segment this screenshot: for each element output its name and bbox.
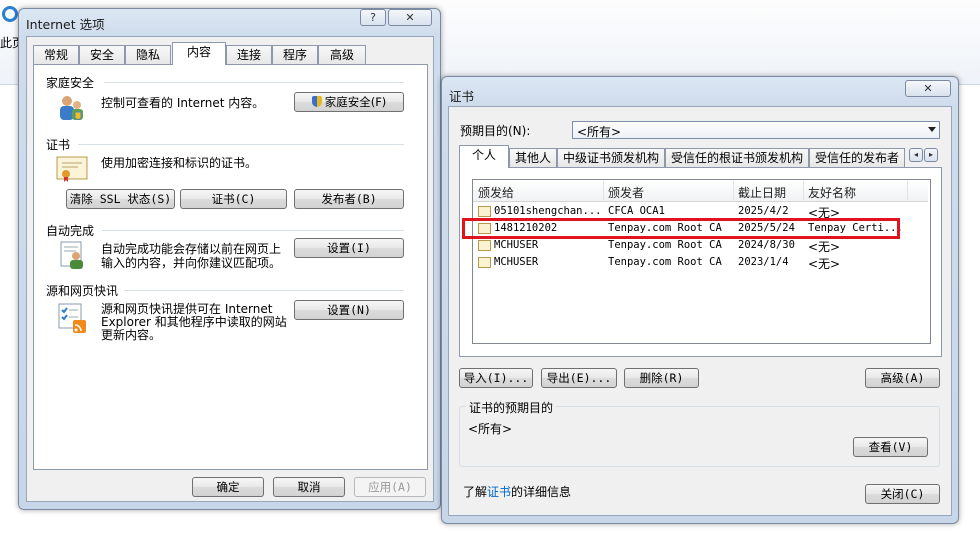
autocomplete-title: 自动完成 — [46, 224, 95, 238]
cert-tab-personal[interactable]: 个人 — [459, 145, 509, 168]
close-icon[interactable]: ✕ — [388, 9, 432, 26]
autocomplete-settings-button[interactable]: 设置(I) — [294, 238, 404, 258]
cell-issued-by: CFCA OCA1 — [608, 205, 665, 217]
import-button[interactable]: 导入(I)... — [459, 368, 533, 388]
column-issued-by[interactable]: 颁发者 — [608, 184, 644, 201]
cert-tab-trusted-root[interactable]: 受信任的根证书颁发机构 — [665, 148, 809, 168]
purpose-select[interactable]: <所有> — [572, 121, 940, 139]
tab-programs[interactable]: 程序 — [272, 45, 318, 65]
export-button[interactable]: 导出(E)... — [541, 368, 617, 388]
cell-issued-to: 05101shengchan... — [494, 205, 602, 217]
view-button[interactable]: 查看(V) — [853, 437, 928, 457]
table-row[interactable]: MCHUSER Tenpay.com Root CA 2024/8/30 <无> — [474, 238, 926, 254]
clear-ssl-button[interactable]: 清除 SSL 状态(S) — [66, 189, 175, 209]
purpose-label: 预期目的(N): — [460, 124, 531, 138]
feeds-divider — [124, 290, 404, 291]
publishers-button[interactable]: 发布者(B) — [294, 189, 404, 209]
certificate-icon — [478, 206, 491, 217]
cell-friendly-name: <无> — [808, 257, 841, 271]
feeds-title: 源和网页快讯 — [46, 284, 119, 298]
cert-tab-trusted-publishers[interactable]: 受信任的发布者 — [809, 148, 905, 168]
cell-expiration: 2024/8/30 — [738, 239, 795, 251]
cell-friendly-name: <无> — [808, 240, 841, 254]
tab-privacy[interactable]: 隐私 — [125, 45, 171, 65]
cancel-button[interactable]: 取消 — [273, 477, 345, 497]
certificates-title: 证书 — [46, 138, 71, 152]
certificates-divider — [78, 144, 404, 145]
column-issued-to[interactable]: 颁发给 — [478, 184, 514, 201]
remove-button[interactable]: 删除(R) — [624, 368, 699, 388]
cell-issued-by: Tenpay.com Root CA — [608, 256, 722, 268]
learn-more-prefix: 了解 — [463, 485, 488, 499]
certificate-icon — [56, 156, 88, 182]
purpose-select-value: <所有> — [577, 125, 622, 139]
tab-advanced[interactable]: 高级 — [318, 45, 366, 65]
autocomplete-desc-line2: 输入的内容，并向你建议匹配项。 — [101, 256, 282, 270]
family-safety-title: 家庭安全 — [46, 76, 95, 90]
autocomplete-person-icon — [60, 241, 83, 269]
certificates-button[interactable]: 证书(C) — [180, 189, 287, 209]
ok-button[interactable]: 确定 — [192, 477, 264, 497]
feeds-settings-button[interactable]: 设置(N) — [294, 300, 404, 320]
family-safety-button-label: 家庭安全(F) — [324, 95, 387, 109]
cell-expiration: 2023/1/4 — [738, 256, 789, 268]
certificates-link[interactable]: 证书 — [487, 485, 511, 499]
internet-options-title: Internet 选项 — [26, 17, 105, 32]
tab-scroll-left-icon[interactable]: ◂ — [909, 148, 923, 162]
cell-issued-by: Tenpay.com Root CA — [608, 239, 722, 251]
close-button[interactable]: 关闭(C) — [865, 484, 940, 504]
tab-scroll-right-icon[interactable]: ▸ — [924, 148, 938, 162]
tab-security[interactable]: 安全 — [79, 45, 125, 65]
column-expiration[interactable]: 截止日期 — [738, 184, 786, 201]
tab-general[interactable]: 常规 — [33, 45, 79, 65]
tab-content[interactable]: 内容 — [172, 42, 226, 65]
certificates-window-title: 证书 — [449, 89, 475, 104]
highlight-box — [462, 218, 900, 239]
certificates-desc: 使用加密连接和标识的证书。 — [101, 156, 258, 170]
cert-tab-intermediate[interactable]: 中级证书颁发机构 — [557, 148, 665, 168]
ie-logo-icon — [2, 6, 18, 22]
feeds-rss-icon — [58, 303, 86, 333]
column-separator — [603, 181, 604, 200]
cert-tab-others[interactable]: 其他人 — [509, 148, 557, 168]
chevron-down-icon — [928, 127, 936, 132]
cell-expiration: 2025/4/2 — [738, 205, 789, 217]
column-friendly-name[interactable]: 友好名称 — [808, 184, 856, 201]
help-button[interactable]: ? — [360, 9, 386, 26]
advanced-button[interactable]: 高级(A) — [865, 368, 940, 388]
purposes-value: <所有> — [468, 422, 513, 436]
family-users-icon — [60, 96, 83, 120]
family-safety-desc: 控制可查看的 Internet 内容。 — [101, 96, 265, 110]
table-row[interactable]: MCHUSER Tenpay.com Root CA 2023/1/4 <无> — [474, 255, 926, 271]
cell-issued-to: MCHUSER — [494, 239, 539, 251]
column-separator — [733, 181, 734, 200]
family-safety-button[interactable]: 家庭安全(F) — [294, 92, 404, 112]
autocomplete-divider — [102, 230, 404, 231]
family-safety-divider — [104, 82, 404, 83]
cert-list-header — [473, 180, 928, 202]
column-separator — [803, 181, 804, 200]
learn-more-text: 了解证书的详细信息 — [463, 483, 571, 500]
shield-icon — [311, 96, 322, 107]
tab-connections[interactable]: 连接 — [226, 45, 272, 65]
certificate-icon — [478, 257, 491, 268]
certificate-icon — [478, 240, 491, 251]
cell-issued-to: MCHUSER — [494, 256, 539, 268]
feeds-desc-line3: 更新内容。 — [101, 328, 162, 342]
column-separator — [907, 181, 908, 200]
purposes-group-title: 证书的预期目的 — [466, 399, 557, 416]
learn-more-suffix: 的详细信息 — [511, 485, 572, 499]
apply-button[interactable]: 应用(A) — [354, 477, 426, 497]
certificates-close-icon[interactable]: ✕ — [905, 80, 951, 97]
